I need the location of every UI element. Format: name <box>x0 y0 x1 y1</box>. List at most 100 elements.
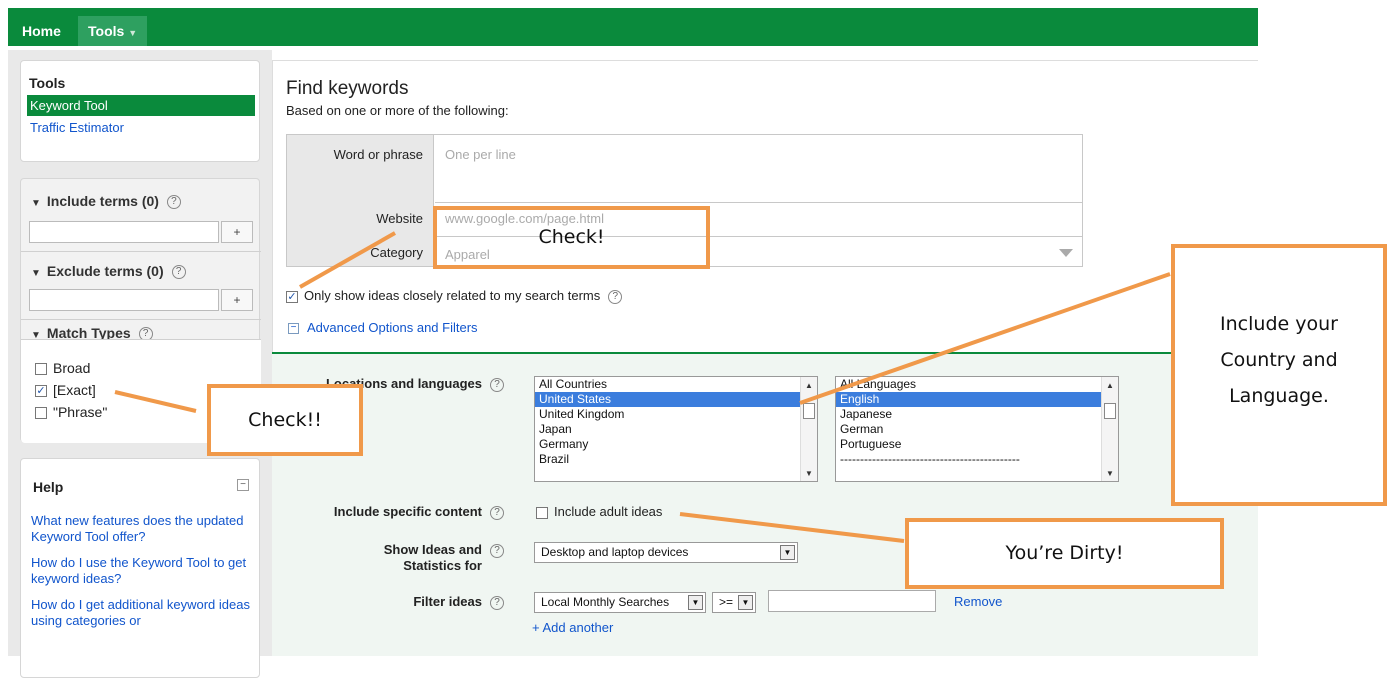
only-related-label: Only show ideas closely related to my se… <box>304 288 601 303</box>
add-another-filter-link[interactable]: + Add another <box>532 620 613 635</box>
chevron-down-icon: ▼ <box>128 28 138 38</box>
help-link-how-to-use[interactable]: How do I use the Keyword Tool to get key… <box>31 555 251 587</box>
adult-ideas-option[interactable]: Include adult ideas <box>536 504 662 519</box>
scrollbar[interactable]: ▲ ▼ <box>800 377 817 481</box>
remove-filter-link[interactable]: Remove <box>954 594 1002 609</box>
include-terms-toggle[interactable]: ▼ Include terms (0)? <box>31 193 181 210</box>
callout-country-language: Include your Country and Language. <box>1171 244 1387 506</box>
help-icon[interactable]: ? <box>490 506 504 520</box>
website-label: Website <box>376 211 423 226</box>
collapse-icon[interactable]: − <box>237 479 249 491</box>
statistics-for-label: Statistics for <box>403 558 482 573</box>
page-subtitle: Based on one or more of the following: <box>286 103 509 118</box>
callout-line: Country and <box>1220 349 1338 371</box>
advanced-options-panel: Locations and languages ? All Countries … <box>272 352 1258 656</box>
include-terms-label: Include terms (0) <box>46 193 159 209</box>
checkbox-phrase[interactable] <box>35 407 47 420</box>
divider <box>21 251 261 252</box>
arrow-up-icon[interactable]: ▲ <box>805 381 813 390</box>
countries-listbox[interactable]: All Countries United States United Kingd… <box>534 376 818 482</box>
match-exact-label: [Exact] <box>53 382 96 398</box>
exclude-terms-input[interactable] <box>29 289 219 311</box>
dropdown-arrow-icon <box>1059 249 1073 257</box>
nav-tools-menu[interactable]: Tools ▼ <box>78 16 148 46</box>
checkbox-adult-ideas[interactable] <box>536 506 548 519</box>
help-icon[interactable]: ? <box>490 378 504 392</box>
specific-content-label: Include specific content <box>333 504 482 519</box>
help-icon[interactable]: ? <box>608 289 623 304</box>
help-title: Help <box>33 479 64 495</box>
callout-adult: You’re Dirty! <box>905 518 1224 589</box>
callout-check-related: Check! <box>433 206 710 269</box>
filter-value-input[interactable] <box>768 590 936 612</box>
scrollbar-thumb[interactable] <box>803 403 815 419</box>
filter-ideas-label: Filter ideas <box>413 594 482 609</box>
include-terms-add-button[interactable]: + <box>221 221 253 243</box>
filter-operator-value: >= <box>719 595 734 609</box>
help-link-new-features[interactable]: What new features does the updated Keywo… <box>31 513 251 545</box>
collapse-icon: − <box>288 323 299 335</box>
list-item[interactable]: United States <box>535 392 817 407</box>
languages-listbox[interactable]: All Languages English Japanese German Po… <box>835 376 1119 482</box>
list-item[interactable]: All Languages <box>836 377 1118 392</box>
exclude-terms-add-button[interactable]: + <box>221 289 253 311</box>
device-select[interactable]: Desktop and laptop devices ▼ <box>534 542 798 563</box>
scrollbar-thumb[interactable] <box>1104 403 1116 419</box>
filter-operator-select[interactable]: >= ▼ <box>712 592 756 613</box>
arrow-down-icon[interactable]: ▼ <box>805 469 813 478</box>
help-icon[interactable]: ? <box>166 195 181 210</box>
word-or-phrase-input[interactable]: One per line <box>435 135 1083 203</box>
list-item[interactable]: United Kingdom <box>535 407 817 422</box>
top-nav-bar: Home Tools ▼ <box>8 8 1258 46</box>
exclude-terms-toggle[interactable]: ▼ Exclude terms (0)? <box>31 263 186 280</box>
filter-metric-value: Local Monthly Searches <box>541 595 670 609</box>
sidebar-item-keyword-tool[interactable]: Keyword Tool <box>27 95 255 116</box>
list-item[interactable]: Japan <box>535 422 817 437</box>
help-icon[interactable]: ? <box>490 544 504 558</box>
match-broad-label: Broad <box>53 360 91 376</box>
match-broad[interactable]: Broad <box>35 360 90 376</box>
triangle-down-icon: ▼ <box>31 268 41 279</box>
advanced-options-toggle[interactable]: − Advanced Options and Filters <box>288 320 478 335</box>
help-icon[interactable]: ? <box>171 265 186 280</box>
list-item[interactable]: Japanese <box>836 407 1118 422</box>
list-item[interactable]: ----------------------------------------… <box>836 452 1118 467</box>
tools-panel-title: Tools <box>29 75 66 91</box>
callout-check-exact: Check!! <box>207 384 363 456</box>
dropdown-arrow-icon[interactable]: ▼ <box>780 545 795 560</box>
help-icon[interactable]: ? <box>490 596 504 610</box>
adult-ideas-label: Include adult ideas <box>554 504 663 519</box>
callout-line: Include your <box>1220 313 1338 335</box>
checkbox-exact[interactable]: ✓ <box>35 385 47 398</box>
scrollbar[interactable]: ▲ ▼ <box>1101 377 1118 481</box>
only-related-option[interactable]: ✓ Only show ideas closely related to my s… <box>286 288 623 304</box>
triangle-down-icon: ▼ <box>31 198 41 209</box>
include-terms-input[interactable] <box>29 221 219 243</box>
list-item[interactable]: English <box>836 392 1118 407</box>
filter-metric-select[interactable]: Local Monthly Searches ▼ <box>534 592 706 613</box>
sidebar-item-traffic-estimator[interactable]: Traffic Estimator <box>30 120 124 135</box>
dropdown-arrow-icon[interactable]: ▼ <box>688 595 703 610</box>
page-title: Find keywords <box>286 78 409 99</box>
match-phrase-label: "Phrase" <box>53 404 108 420</box>
list-item[interactable]: Germany <box>535 437 817 452</box>
arrow-down-icon[interactable]: ▼ <box>1106 469 1114 478</box>
list-item[interactable]: Portuguese <box>836 437 1118 452</box>
list-item[interactable]: German <box>836 422 1118 437</box>
tools-panel: Tools Keyword Tool Traffic Estimator <box>20 60 260 162</box>
checkbox-only-related[interactable]: ✓ <box>286 290 298 303</box>
match-exact[interactable]: ✓ [Exact] <box>35 382 96 398</box>
arrow-up-icon[interactable]: ▲ <box>1106 381 1114 390</box>
checkbox-broad[interactable] <box>35 363 47 376</box>
help-link-additional-ideas[interactable]: How do I get additional keyword ideas us… <box>31 597 251 629</box>
word-or-phrase-label: Word or phrase <box>333 147 423 162</box>
list-item[interactable]: Brazil <box>535 452 817 467</box>
match-phrase[interactable]: "Phrase" <box>35 404 107 420</box>
word-or-phrase-placeholder: One per line <box>445 147 516 162</box>
nav-home[interactable]: Home <box>12 16 71 46</box>
exclude-terms-label: Exclude terms (0) <box>46 263 164 279</box>
dropdown-arrow-icon[interactable]: ▼ <box>738 595 753 610</box>
list-item[interactable]: All Countries <box>535 377 817 392</box>
device-select-value: Desktop and laptop devices <box>541 545 689 559</box>
nav-tools-label: Tools <box>88 23 125 39</box>
